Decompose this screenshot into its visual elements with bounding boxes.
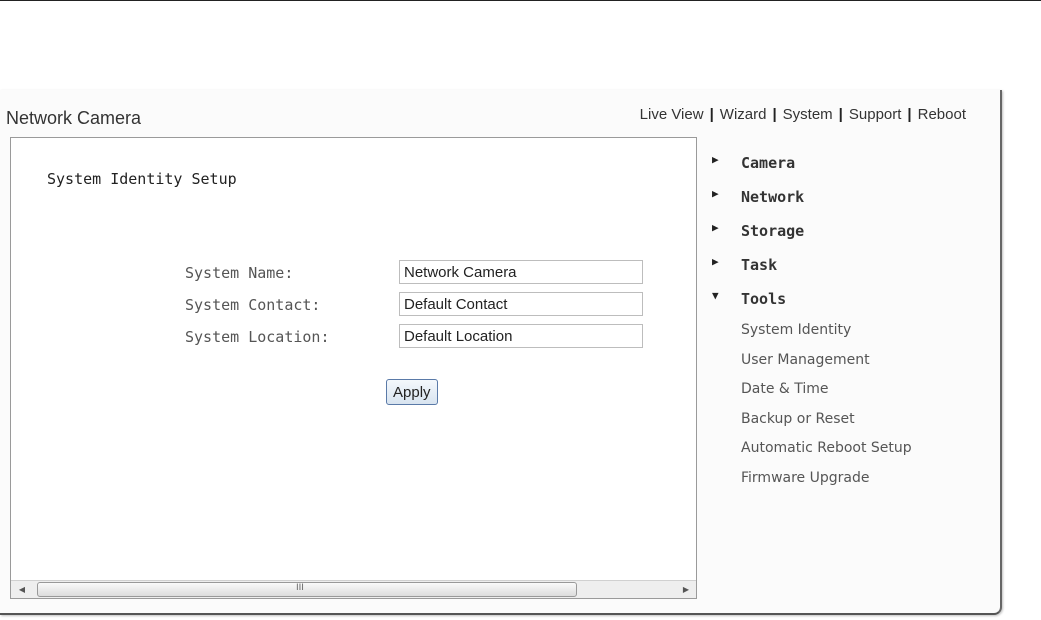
nav-wizard[interactable]: Wizard — [720, 106, 767, 123]
sidebar-item-label: Task — [741, 256, 778, 274]
nav-support[interactable]: Support — [849, 106, 902, 123]
system-name-row: System Name: — [185, 260, 665, 286]
sidebar-item-label: Network — [741, 188, 805, 206]
submenu-backup-reset[interactable]: Backup or Reset — [712, 405, 992, 435]
submenu-firmware-upgrade[interactable]: Firmware Upgrade — [712, 464, 992, 494]
sidebar-item-label: Storage — [741, 222, 805, 240]
system-contact-input[interactable] — [399, 292, 643, 316]
triangle-right-icon: ▶ — [712, 153, 719, 166]
title-bar: Network Camera Live View | Wizard | System | S… — [0, 90, 1000, 132]
nav-system[interactable]: System — [783, 106, 833, 123]
submenu-system-identity[interactable]: System Identity — [712, 316, 992, 346]
scroll-thumb[interactable]: III — [37, 582, 577, 597]
sidebar-item-tools[interactable]: ▼ Tools — [712, 286, 992, 320]
sidebar-item-label: Camera — [741, 154, 796, 172]
top-rule — [0, 0, 1041, 1]
sidebar-item-camera[interactable]: ▶ Camera — [712, 150, 992, 184]
app-title: Network Camera — [6, 108, 142, 128]
nav-reboot[interactable]: Reboot — [918, 106, 966, 123]
app-window: Network Camera Live View | Wizard | System | S… — [0, 90, 1002, 615]
sidebar-item-label: Tools — [741, 290, 787, 308]
system-name-input[interactable] — [399, 260, 643, 284]
nav-separator: | — [838, 106, 843, 123]
submenu-user-management[interactable]: User Management — [712, 346, 992, 376]
content-frame: System Identity Setup System Name: Syste… — [10, 137, 697, 599]
triangle-right-icon: ▶ — [712, 221, 719, 234]
submenu-date-time[interactable]: Date & Time — [712, 375, 992, 405]
nav-live-view[interactable]: Live View — [640, 106, 704, 123]
nav-separator: | — [907, 106, 912, 123]
triangle-right-icon: ▶ — [712, 187, 719, 200]
tools-submenu: System Identity User Management Date & T… — [712, 316, 992, 493]
nav-separator: | — [772, 106, 777, 123]
sidebar-item-task[interactable]: ▶ Task — [712, 252, 992, 286]
top-navigation: Live View | Wizard | System | Support | Reboot — [640, 106, 966, 123]
horizontal-scrollbar[interactable]: ◀ III ▶ — [11, 580, 696, 598]
scroll-grip-icon: III — [296, 583, 304, 593]
system-contact-row: System Contact: — [185, 292, 665, 318]
sidebar-menu: ▶ Camera ▶ Network ▶ Storage ▶ Task ▼ To… — [712, 150, 992, 493]
sidebar-item-network[interactable]: ▶ Network — [712, 184, 992, 218]
system-location-label: System Location: — [185, 328, 330, 346]
system-location-input[interactable] — [399, 324, 643, 348]
system-contact-label: System Contact: — [185, 296, 321, 314]
nav-separator: | — [709, 106, 714, 123]
system-name-label: System Name: — [185, 264, 294, 282]
system-location-row: System Location: — [185, 324, 665, 350]
apply-button[interactable]: Apply — [386, 379, 438, 405]
scroll-right-icon[interactable]: ▶ — [679, 583, 693, 596]
submenu-automatic-reboot-setup[interactable]: Automatic Reboot Setup — [712, 434, 992, 464]
scroll-left-icon[interactable]: ◀ — [15, 583, 29, 596]
triangle-right-icon: ▶ — [712, 255, 719, 268]
triangle-down-icon: ▼ — [712, 289, 719, 302]
section-title: System Identity Setup — [47, 170, 237, 188]
sidebar-item-storage[interactable]: ▶ Storage — [712, 218, 992, 252]
